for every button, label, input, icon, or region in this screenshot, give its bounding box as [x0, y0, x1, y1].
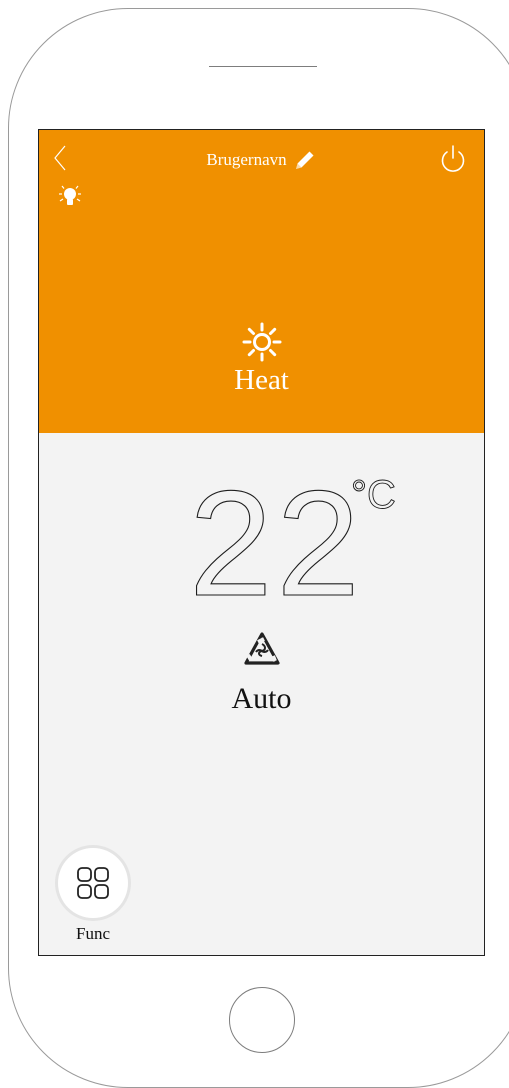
header-title-group: Brugernavn	[39, 148, 484, 172]
temperature-value: 22	[188, 459, 364, 627]
app-screen: Brugernavn Heat 22 °C Auto Func	[38, 129, 485, 956]
mode-panel: Brugernavn Heat	[39, 130, 484, 433]
grid-icon	[77, 867, 109, 899]
power-icon[interactable]	[438, 144, 468, 174]
phone-speaker	[209, 66, 317, 67]
temperature-unit: °C	[351, 473, 397, 518]
mode-display[interactable]: Heat	[39, 322, 484, 397]
func-label: Func	[76, 924, 110, 943]
device-name: Brugernavn	[206, 150, 287, 169]
light-bulb-icon[interactable]	[55, 182, 85, 210]
temperature-display: 22 °C	[188, 467, 449, 626]
func-control: Func	[55, 848, 131, 944]
func-button[interactable]	[58, 848, 128, 918]
fan-speed-label: Auto	[231, 682, 292, 715]
sun-icon	[242, 322, 281, 362]
home-button[interactable]	[229, 987, 295, 1053]
fan-speed-display[interactable]: Auto	[39, 630, 484, 716]
pencil-icon[interactable]	[293, 148, 317, 172]
fan-icon	[243, 632, 280, 665]
mode-label: Heat	[234, 364, 289, 396]
